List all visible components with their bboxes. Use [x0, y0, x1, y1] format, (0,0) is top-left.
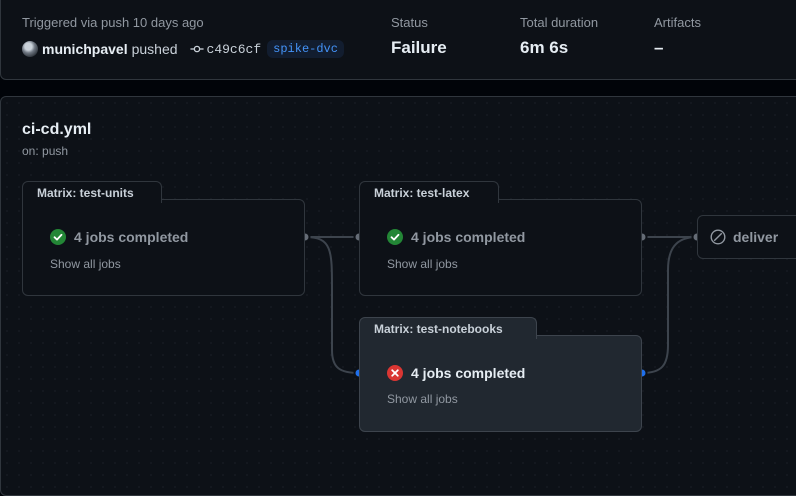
artifacts-label: Artifacts: [654, 15, 701, 30]
git-commit-icon: [189, 45, 204, 53]
actor-name[interactable]: munichpavel: [42, 41, 128, 57]
check-circle-fill-icon: [387, 229, 403, 245]
trigger-info: Triggered via push 10 days ago: [22, 15, 204, 30]
job-summary: 4 jobs completed: [387, 365, 525, 381]
job-summary: 4 jobs completed: [50, 229, 188, 245]
show-all-jobs-link[interactable]: Show all jobs: [387, 257, 458, 271]
matrix-test-notebooks[interactable]: 4 jobs completed Show all jobs: [359, 335, 642, 432]
duration-label: Total duration: [520, 15, 599, 30]
avatar[interactable]: [22, 41, 38, 57]
actor-row: munichpavel pushed c49c6cf spike-dvc: [22, 39, 344, 59]
matrix-test-latex[interactable]: 4 jobs completed Show all jobs: [359, 199, 642, 296]
x-circle-fill-icon: [387, 365, 403, 381]
matrix-test-notebooks-title[interactable]: Matrix: test-notebooks: [359, 317, 537, 339]
actor-action: pushed: [131, 41, 178, 57]
matrix-test-latex-title[interactable]: Matrix: test-latex: [359, 181, 499, 203]
job-deliver[interactable]: deliver: [697, 215, 796, 259]
status-value: Failure: [391, 38, 447, 57]
branch-badge[interactable]: spike-dvc: [267, 40, 344, 58]
skip-icon: [710, 229, 726, 245]
workflow-graph-panel: [0, 96, 796, 496]
workflow-trigger: on: push: [22, 144, 69, 158]
job-summary: 4 jobs completed: [387, 229, 525, 245]
status-label: Status: [391, 15, 428, 30]
show-all-jobs-link[interactable]: Show all jobs: [50, 257, 121, 271]
job-summary-text: 4 jobs completed: [411, 229, 526, 245]
matrix-test-units-title[interactable]: Matrix: test-units: [22, 181, 162, 203]
duration-value: 6m 6s: [520, 38, 569, 57]
show-all-jobs-link[interactable]: Show all jobs: [387, 392, 458, 406]
check-circle-fill-icon: [50, 229, 66, 245]
job-deliver-label: deliver: [733, 229, 779, 245]
job-summary-text: 4 jobs completed: [74, 229, 189, 245]
artifacts-value: –: [654, 38, 664, 57]
workflow-file-name[interactable]: ci-cd.yml: [22, 121, 91, 139]
matrix-test-units[interactable]: 4 jobs completed Show all jobs: [22, 199, 305, 296]
commit-sha-link[interactable]: c49c6cf: [207, 42, 262, 57]
job-summary-text: 4 jobs completed: [411, 365, 526, 381]
